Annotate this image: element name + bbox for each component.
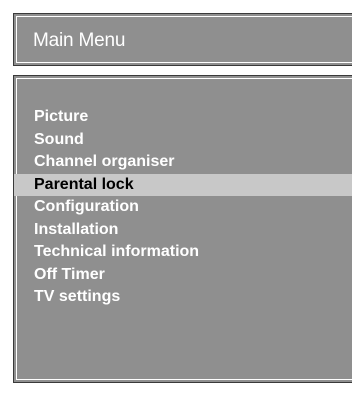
menu-panel: Picture Sound Channel organiser Parental… — [13, 75, 352, 383]
menu-title: Main Menu — [33, 30, 126, 51]
menu-item-off-timer[interactable]: Off Timer — [14, 264, 352, 287]
menu-item-sound[interactable]: Sound — [14, 129, 352, 152]
menu-item-installation[interactable]: Installation — [14, 219, 352, 242]
menu-item-tv-settings[interactable]: TV settings — [14, 286, 352, 309]
header-panel: Main Menu — [13, 13, 352, 66]
menu-item-channel-organiser[interactable]: Channel organiser — [14, 151, 352, 174]
menu-item-configuration[interactable]: Configuration — [14, 196, 352, 219]
menu-item-picture[interactable]: Picture — [14, 106, 352, 129]
menu-item-parental-lock[interactable]: Parental lock — [14, 173, 352, 196]
menu-item-technical-information[interactable]: Technical information — [14, 241, 352, 264]
main-menu-list: Picture Sound Channel organiser Parental… — [14, 106, 352, 309]
